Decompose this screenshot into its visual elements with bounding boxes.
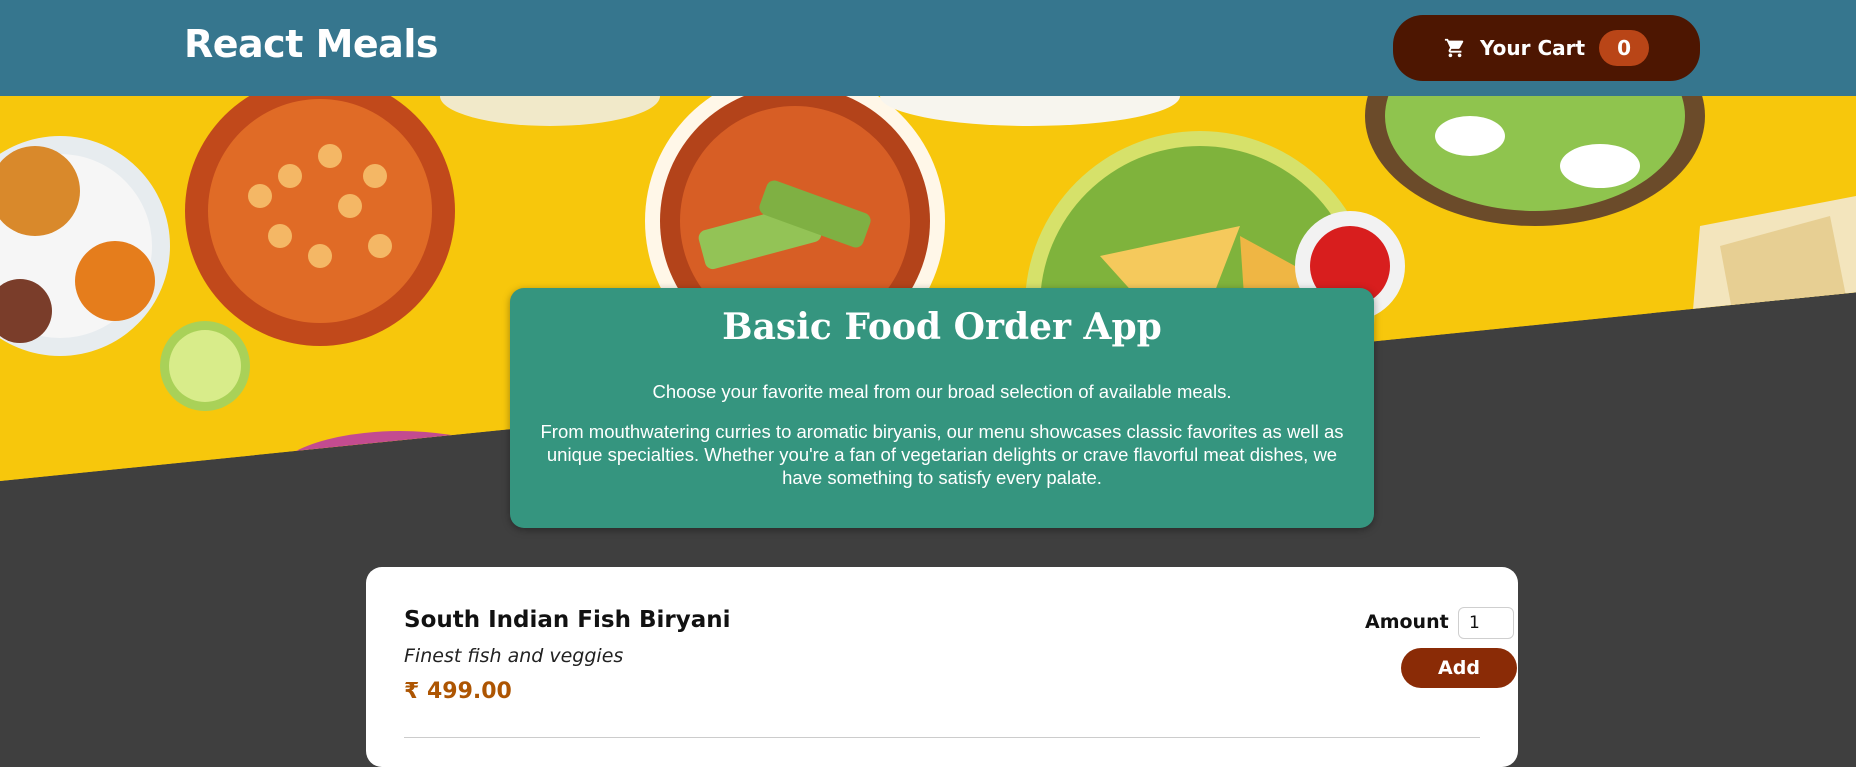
app-title: React Meals xyxy=(184,22,438,66)
shopping-cart-icon xyxy=(1444,37,1466,59)
summary-title: Basic Food Order App xyxy=(722,306,1162,348)
app-header: React Meals Your Cart 0 xyxy=(0,0,1856,96)
cart-count-badge: 0 xyxy=(1599,30,1649,66)
meals-card: South Indian Fish Biryani Finest fish an… xyxy=(366,567,1518,767)
meal-item: South Indian Fish Biryani Finest fish an… xyxy=(404,607,1517,738)
amount-label: Amount xyxy=(1365,611,1449,633)
meal-description: Finest fish and veggies xyxy=(404,645,624,667)
summary-card: Basic Food Order App Choose your favorit… xyxy=(510,288,1374,528)
meal-name: South Indian Fish Biryani xyxy=(404,607,731,633)
amount-input[interactable] xyxy=(1458,607,1514,639)
meal-price: ₹ 499.00 xyxy=(404,679,512,704)
cart-button[interactable]: Your Cart 0 xyxy=(1393,15,1700,81)
cart-label: Your Cart xyxy=(1480,36,1586,60)
summary-detail-text: From mouthwatering curries to aromatic b… xyxy=(540,421,1344,488)
summary-intro-text: Choose your favorite meal from our broad… xyxy=(652,381,1232,402)
add-to-cart-button[interactable]: Add xyxy=(1401,648,1517,688)
